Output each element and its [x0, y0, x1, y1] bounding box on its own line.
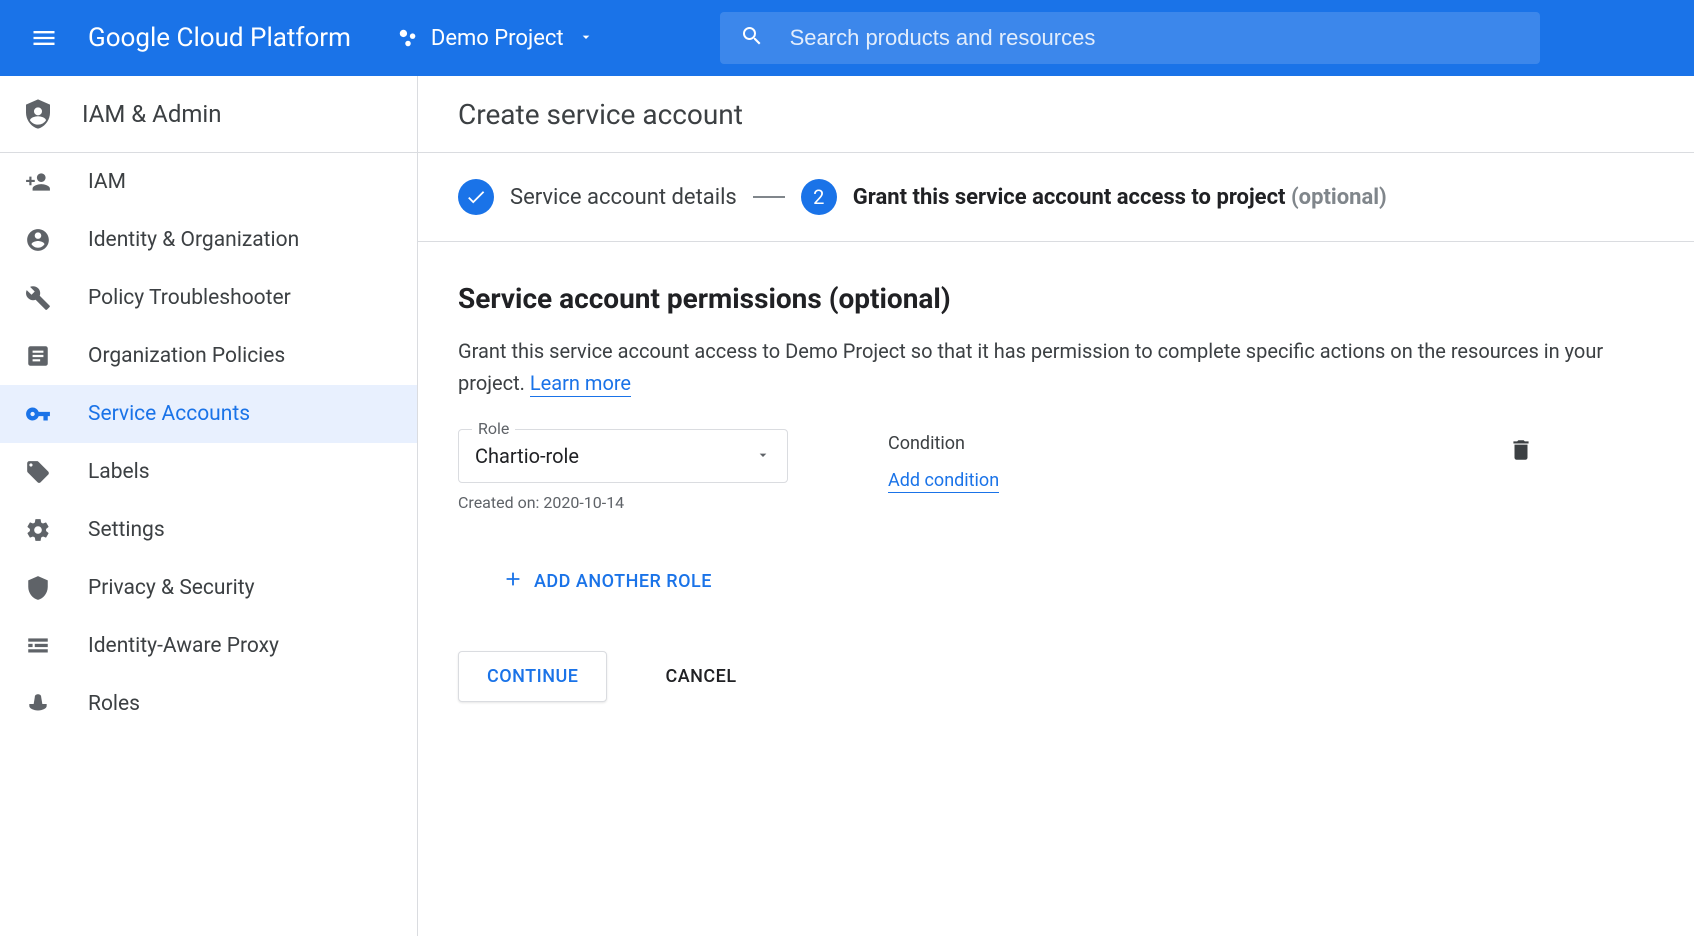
section-title: Service account permissions (optional) — [458, 282, 1654, 315]
main-panel: Create service account Service account d… — [418, 76, 1694, 936]
sidebar-item-policy-troubleshooter[interactable]: Policy Troubleshooter — [0, 269, 417, 327]
project-selector[interactable]: Demo Project — [381, 18, 610, 59]
sidebar-label: Identity-Aware Proxy — [88, 634, 279, 658]
sidebar-item-privacy-security[interactable]: Privacy & Security — [0, 559, 417, 617]
condition-label: Condition — [888, 433, 999, 454]
sidebar-item-iam[interactable]: IAM — [0, 153, 417, 211]
sidebar-label: Policy Troubleshooter — [88, 286, 291, 310]
sidebar-label: Identity & Organization — [88, 228, 299, 252]
shield-icon — [22, 575, 54, 601]
step2-label[interactable]: Grant this service account access to pro… — [853, 185, 1387, 210]
sidebar-label: Labels — [88, 460, 150, 484]
search-container[interactable] — [720, 12, 1540, 64]
add-condition-link[interactable]: Add condition — [888, 470, 999, 493]
sidebar: IAM & Admin IAM Identity & Organization … — [0, 76, 418, 936]
sidebar-item-identity-org[interactable]: Identity & Organization — [0, 211, 417, 269]
wrench-icon — [22, 285, 54, 311]
project-icon — [397, 27, 419, 49]
project-name: Demo Project — [431, 26, 564, 51]
sidebar-item-labels[interactable]: Labels — [0, 443, 417, 501]
hat-icon — [22, 691, 54, 717]
page-title: Create service account — [458, 98, 743, 131]
caret-down-icon — [578, 26, 594, 51]
account-circle-icon — [22, 227, 54, 253]
role-value: Chartio-role — [475, 444, 579, 468]
sidebar-label: Service Accounts — [88, 402, 250, 426]
add-another-role-button[interactable]: ADD ANOTHER ROLE — [502, 568, 1654, 595]
role-hint: Created on: 2020-10-14 — [458, 493, 788, 512]
delete-role-button[interactable] — [1508, 437, 1654, 467]
gear-icon — [22, 517, 54, 543]
role-row: Role Chartio-role Created on: 2020-10-14… — [458, 429, 1654, 512]
shield-person-icon — [22, 97, 54, 131]
step2-number[interactable]: 2 — [801, 179, 837, 215]
stepper: Service account details 2 Grant this ser… — [418, 153, 1694, 242]
brand-name: Google Cloud Platform — [88, 23, 351, 53]
search-icon — [740, 24, 764, 52]
hamburger-icon — [30, 24, 58, 52]
article-icon — [22, 343, 54, 369]
sidebar-label: Organization Policies — [88, 344, 285, 368]
search-input[interactable] — [790, 25, 1520, 51]
section-description: Grant this service account access to Dem… — [458, 335, 1654, 399]
sidebar-label: IAM — [88, 170, 126, 194]
sidebar-item-iap[interactable]: Identity-Aware Proxy — [0, 617, 417, 675]
role-field-label: Role — [472, 419, 515, 438]
app-header: Google Cloud Platform Demo Project — [0, 0, 1694, 76]
step1-label[interactable]: Service account details — [510, 185, 737, 210]
sidebar-item-org-policies[interactable]: Organization Policies — [0, 327, 417, 385]
key-icon — [22, 401, 54, 427]
caret-down-icon — [755, 444, 771, 468]
cancel-button[interactable]: CANCEL — [637, 652, 764, 701]
step1-complete-icon[interactable] — [458, 179, 494, 215]
main-header: Create service account — [418, 76, 1694, 153]
iap-icon — [22, 633, 54, 659]
sidebar-label: Privacy & Security — [88, 576, 255, 600]
sidebar-item-settings[interactable]: Settings — [0, 501, 417, 559]
sidebar-item-service-accounts[interactable]: Service Accounts — [0, 385, 417, 443]
action-buttons: CONTINUE CANCEL — [458, 651, 1654, 702]
sidebar-label: Roles — [88, 692, 140, 716]
menu-button[interactable] — [20, 14, 68, 62]
sidebar-title: IAM & Admin — [0, 76, 417, 153]
person-add-icon — [22, 169, 54, 195]
learn-more-link[interactable]: Learn more — [530, 371, 631, 397]
sidebar-item-roles[interactable]: Roles — [0, 675, 417, 733]
sidebar-label: Settings — [88, 518, 165, 542]
continue-button[interactable]: CONTINUE — [458, 651, 607, 702]
trash-icon — [1508, 437, 1534, 463]
step-divider — [753, 196, 785, 198]
plus-icon — [502, 568, 524, 595]
tag-icon — [22, 459, 54, 485]
